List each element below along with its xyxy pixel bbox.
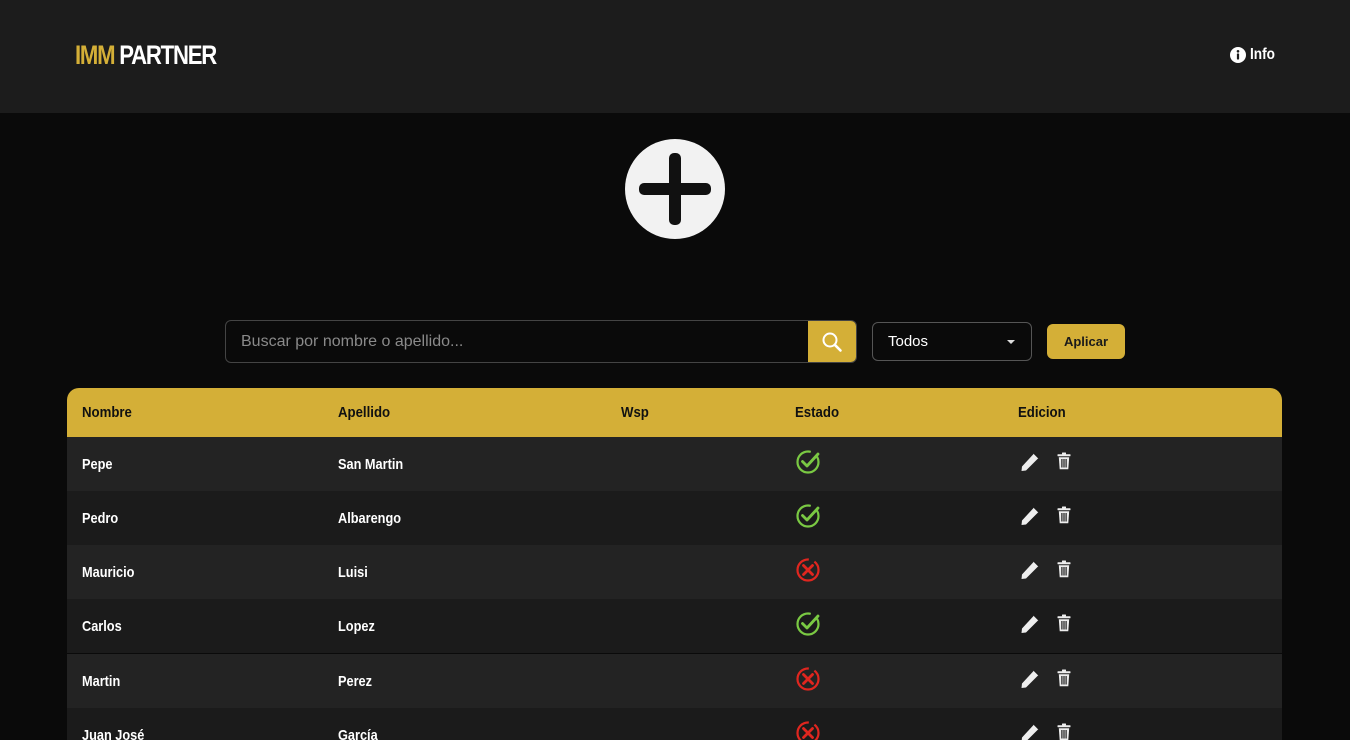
info-icon [1230, 47, 1246, 63]
table-row: Carlos Lopez [67, 599, 1282, 653]
info-link[interactable]: Info [1230, 46, 1279, 64]
search-icon [822, 332, 842, 352]
cell-nombre: Juan José [82, 727, 145, 740]
caret-down-icon [1007, 340, 1015, 344]
cell-apellido: Lopez [338, 618, 375, 635]
delete-trash-icon[interactable] [1057, 560, 1071, 578]
clients-table: Nombre Apellido Wsp Estado Edicion Pepe S… [67, 388, 1282, 740]
status-active-icon [795, 611, 821, 637]
status-active-icon [795, 449, 821, 475]
column-header-apellido: Apellido [338, 404, 391, 421]
table-row: Pepe San Martin [67, 437, 1282, 491]
add-client-button[interactable] [625, 139, 725, 239]
delete-trash-icon[interactable] [1057, 669, 1071, 687]
edit-pencil-icon[interactable] [1019, 451, 1041, 473]
search-bar [225, 320, 857, 363]
status-filter-select[interactable]: Todos [872, 322, 1032, 361]
delete-trash-icon[interactable] [1057, 723, 1071, 740]
edit-pencil-icon[interactable] [1019, 668, 1041, 690]
column-header-nombre: Nombre [82, 404, 132, 421]
delete-trash-icon[interactable] [1057, 614, 1071, 632]
cell-apellido: Albarengo [338, 510, 402, 527]
table-row: Mauricio Luisi [67, 545, 1282, 599]
status-filter-value: Todos [888, 333, 929, 350]
table-header: Nombre Apellido Wsp Estado Edicion [67, 388, 1282, 437]
cell-nombre: Pepe [82, 456, 113, 473]
logo-part-partner: PARTNER [119, 40, 217, 70]
delete-trash-icon[interactable] [1057, 506, 1071, 524]
delete-trash-icon[interactable] [1057, 452, 1071, 470]
edit-pencil-icon[interactable] [1019, 613, 1041, 635]
top-navbar: IMM PARTNER Info [0, 0, 1350, 113]
status-inactive-icon [795, 720, 821, 740]
column-header-edicion: Edicion [1018, 404, 1066, 421]
column-header-wsp: Wsp [621, 404, 649, 421]
apply-button[interactable]: Aplicar [1047, 324, 1125, 359]
table-row: Juan José García [67, 708, 1282, 740]
edit-pencil-icon[interactable] [1019, 722, 1041, 740]
info-label: Info [1250, 46, 1275, 63]
status-inactive-icon [795, 557, 821, 583]
cell-apellido: García [338, 727, 378, 740]
status-inactive-icon [795, 666, 821, 692]
table-row: Pedro Albarengo [67, 491, 1282, 545]
column-header-estado: Estado [795, 404, 840, 421]
cell-apellido: San Martin [338, 456, 404, 473]
cell-nombre: Martin [82, 673, 121, 690]
table-row: Martin Perez [67, 654, 1282, 708]
plus-icon-vertical [669, 153, 681, 225]
search-button[interactable] [808, 321, 856, 362]
cell-apellido: Luisi [338, 564, 368, 581]
cell-nombre: Pedro [82, 510, 119, 527]
logo-part-imm: IMM [75, 40, 116, 70]
logo[interactable]: IMM PARTNER [75, 40, 217, 70]
edit-pencil-icon[interactable] [1019, 505, 1041, 527]
cell-apellido: Perez [338, 673, 373, 690]
search-input[interactable] [226, 321, 810, 362]
status-active-icon [795, 503, 821, 529]
cell-nombre: Mauricio [82, 564, 135, 581]
cell-nombre: Carlos [82, 618, 122, 635]
edit-pencil-icon[interactable] [1019, 559, 1041, 581]
